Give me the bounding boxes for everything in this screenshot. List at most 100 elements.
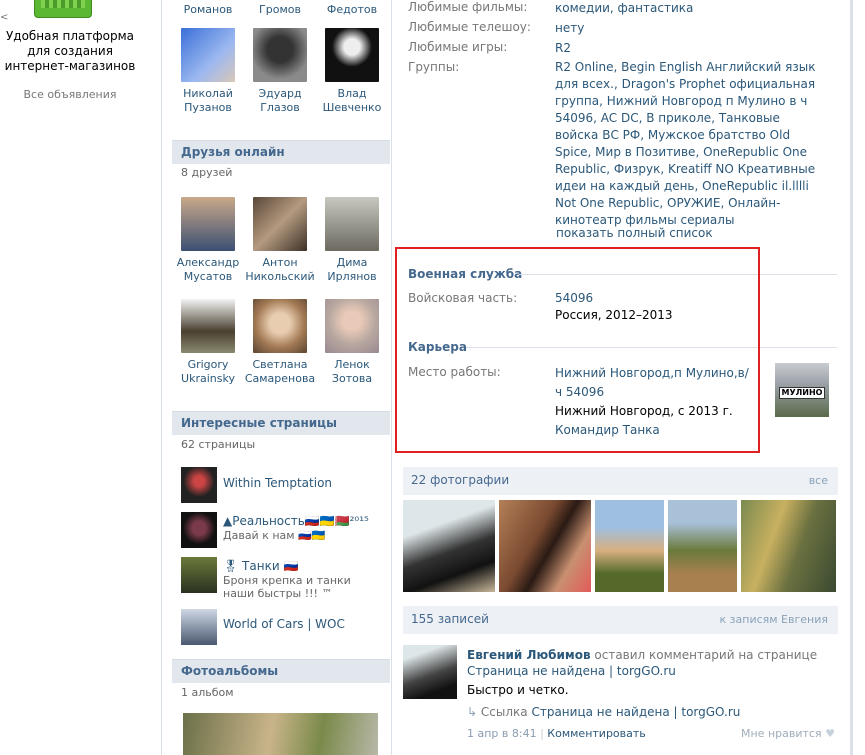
friend-photo[interactable] — [253, 28, 307, 82]
friend-name[interactable]: Федотов — [316, 3, 388, 17]
page-title[interactable]: World of Cars | WOC — [223, 617, 345, 631]
info-value: комедии, фантастика — [555, 0, 835, 17]
friend-item[interactable]: Федотов — [316, 0, 388, 17]
heart-icon[interactable]: ♥ — [825, 727, 835, 740]
page-avatar[interactable] — [181, 609, 217, 645]
friend-photo[interactable] — [325, 28, 379, 82]
attachment-label: Ссылка — [480, 705, 528, 719]
ad-close-mark[interactable]: < — [0, 12, 8, 23]
friend-name[interactable]: Ленок Зотова — [316, 358, 388, 386]
page-avatar[interactable] — [181, 557, 217, 593]
page-avatar[interactable] — [181, 512, 217, 548]
highlight-box — [395, 247, 760, 453]
friend-item[interactable]: Ленок Зотова — [316, 299, 388, 386]
friend-photo[interactable] — [325, 299, 379, 353]
post-header: Евгений Любимов оставил комментарий на с… — [467, 647, 837, 664]
page-title[interactable]: ▲Реальность🇷🇺🇺🇦🇧🇾²⁰¹⁵ — [223, 514, 369, 528]
ad-image[interactable] — [34, 0, 92, 18]
page-edge — [850, 0, 853, 755]
photos-title[interactable]: 22 фотографии — [411, 473, 509, 487]
info-label: Любимые игры: — [408, 40, 508, 54]
friend-photo[interactable] — [253, 197, 307, 251]
post-attachment: ↳ Ссылка Страница не найдена | torgGO.ru — [467, 705, 740, 719]
albums-count: 1 альбом — [181, 686, 234, 699]
albums-header[interactable]: Фотоальбомы — [172, 659, 390, 683]
photo-thumbnail[interactable] — [741, 500, 836, 592]
friend-name[interactable]: Антон Никольский — [244, 256, 316, 284]
post-page-link[interactable]: Страница не найдена | torgGO.ru — [467, 664, 676, 678]
divider — [391, 0, 392, 755]
photo-thumbnail[interactable] — [595, 500, 664, 592]
friend-name[interactable]: Grigory Ukrainsky — [172, 358, 244, 386]
post-author-link[interactable]: Евгений Любимов — [467, 648, 591, 662]
friend-name[interactable]: Светлана Самаренова — [244, 358, 316, 386]
friend-item[interactable]: Антон Никольский — [244, 197, 316, 284]
friends-online-header[interactable]: Друзья онлайн — [172, 140, 390, 164]
favorite-tv-link[interactable]: нету — [555, 21, 584, 35]
friend-photo[interactable] — [181, 28, 235, 82]
post-footer: 1 апр в 8:41 | Комментировать — [467, 727, 646, 740]
comment-link[interactable]: Комментировать — [547, 727, 645, 740]
page-item[interactable]: World of Cars | WOC — [181, 609, 386, 649]
friend-item[interactable]: Громов — [244, 0, 316, 17]
page-description: Давай к нам 🇷🇺🇺🇦 — [223, 529, 326, 542]
friends-column: Романов Громов Федотов Николай Пузанов Э… — [172, 0, 390, 755]
page-item[interactable]: 🎖 Танки 🇷🇺 Броня крепка и танки наши быс… — [181, 557, 386, 600]
friend-item[interactable]: Дима Ирлянов — [316, 197, 388, 284]
friend-item[interactable]: Александр Мусатов — [172, 197, 244, 284]
favorite-games-link[interactable]: R2 — [555, 41, 571, 55]
wall-posts-link[interactable]: к записям Евгения — [720, 613, 828, 626]
photos-all-link[interactable]: все — [809, 474, 828, 487]
groups-links[interactable]: R2 Online, Begin English Английский язык… — [555, 60, 815, 227]
info-value: R2 — [555, 40, 835, 57]
page-item[interactable]: ▲Реальность🇷🇺🇺🇦🇧🇾²⁰¹⁵ Давай к нам 🇷🇺🇺🇦 — [181, 512, 386, 552]
page-title[interactable]: 🎖 Танки 🇷🇺 — [223, 559, 298, 573]
friend-name[interactable]: Громов — [244, 3, 316, 17]
all-ads-link[interactable]: Все объявления — [0, 88, 140, 101]
like-label[interactable]: Мне нравится — [741, 727, 822, 740]
friend-name[interactable]: Дима Ирлянов — [316, 256, 388, 284]
friend-name[interactable]: Николай Пузанов — [172, 87, 244, 115]
friend-photo[interactable] — [181, 197, 235, 251]
friend-item[interactable]: Влад Шевченко — [316, 28, 388, 115]
friend-name[interactable]: Александр Мусатов — [172, 256, 244, 284]
divider — [161, 0, 162, 755]
info-label: Любимые фильмы: — [408, 0, 528, 14]
ad-title[interactable]: Удобная платформа для создания интернет-… — [0, 29, 140, 74]
page-avatar[interactable] — [181, 467, 217, 503]
friend-photo[interactable] — [325, 197, 379, 251]
photo-thumbnail[interactable] — [499, 500, 591, 592]
friend-item[interactable]: Николай Пузанов — [172, 28, 244, 115]
friend-photo[interactable] — [253, 299, 307, 353]
show-full-list-link[interactable]: показать полный список — [556, 226, 713, 240]
friend-name[interactable]: Эдуард Глазов — [244, 87, 316, 115]
post-date[interactable]: 1 апр в 8:41 — [467, 727, 537, 740]
page-item[interactable]: Within Temptation — [181, 467, 386, 507]
post-action: оставил комментарий на странице — [594, 648, 818, 662]
like-button[interactable]: Мне нравится ♥ — [741, 727, 835, 740]
friend-name[interactable]: Влад Шевченко — [316, 87, 388, 115]
photos-header[interactable]: 22 фотографии все — [403, 467, 838, 495]
attachment-link[interactable]: Страница не найдена | torgGO.ru — [531, 705, 740, 719]
album-cover[interactable] — [183, 713, 378, 755]
favorite-movies-link[interactable]: комедии, фантастика — [555, 1, 693, 15]
post-text: Быстро и четко. — [467, 683, 569, 697]
friends-online-count: 8 друзей — [181, 166, 233, 179]
link-icon: ↳ — [467, 705, 478, 719]
post-author-avatar[interactable] — [403, 645, 457, 699]
interesting-pages-header[interactable]: Интересные страницы — [172, 411, 390, 435]
career-group-thumbnail[interactable]: МУЛИНО — [775, 363, 829, 417]
photo-thumbnail[interactable] — [668, 500, 737, 592]
friend-name[interactable]: Романов — [172, 3, 244, 17]
friend-item[interactable]: Романов — [172, 0, 244, 17]
info-value: нету — [555, 20, 835, 37]
wall-header[interactable]: 155 записей к записям Евгения — [403, 606, 838, 634]
friend-item[interactable]: Светлана Самаренова — [244, 299, 316, 386]
friend-photo[interactable] — [181, 299, 235, 353]
friend-item[interactable]: Grigory Ukrainsky — [172, 299, 244, 386]
wall-title[interactable]: 155 записей — [411, 612, 489, 626]
career-thumb-sign: МУЛИНО — [779, 387, 825, 399]
friend-item[interactable]: Эдуард Глазов — [244, 28, 316, 115]
photo-thumbnail[interactable] — [403, 500, 495, 592]
page-title[interactable]: Within Temptation — [223, 476, 332, 490]
